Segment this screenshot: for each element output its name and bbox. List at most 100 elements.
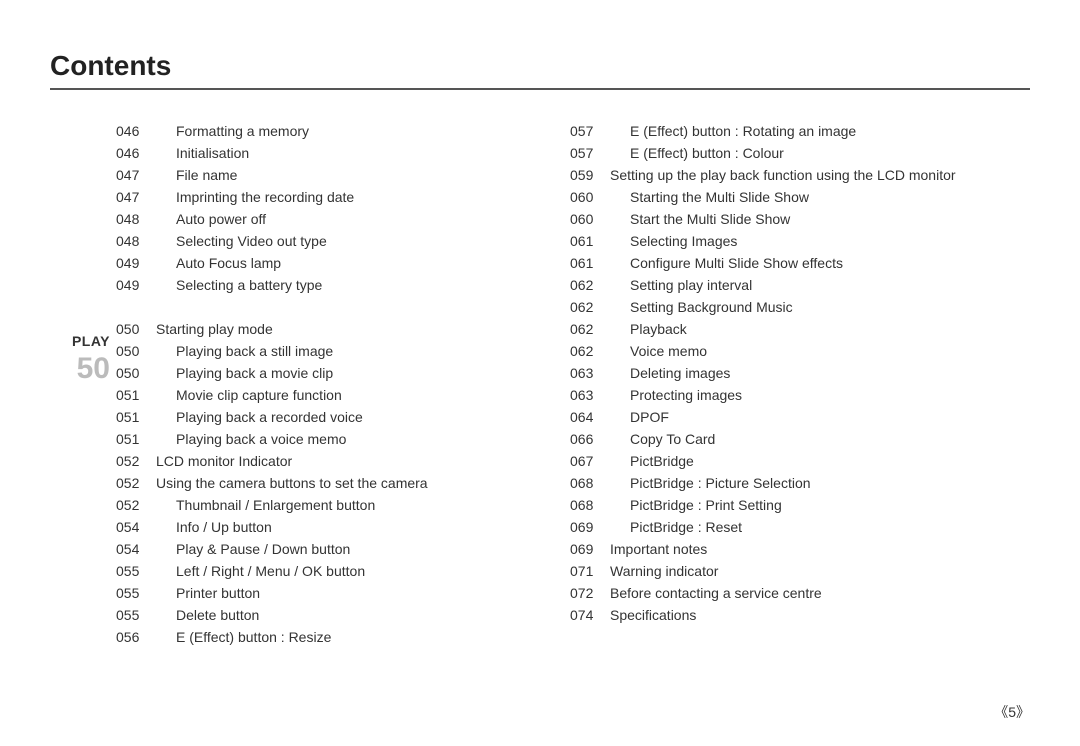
toc-entry: 057E (Effect) button : Rotating an image (570, 120, 1030, 142)
toc-entry: 067PictBridge (570, 450, 1030, 472)
entry-page: 056 (116, 626, 156, 648)
toc-entry: 057E (Effect) button : Colour (570, 142, 1030, 164)
page: Contents PLAY 50 046Formatting a memory0… (0, 0, 1080, 746)
entry-page: 049 (116, 252, 156, 274)
toc-entry: 055Delete button (116, 604, 480, 626)
right-entries: 057E (Effect) button : Rotating an image… (570, 120, 1030, 648)
entry-page: 064 (570, 406, 610, 428)
entry-text: Using the camera buttons to set the came… (156, 472, 480, 494)
entry-page: 066 (570, 428, 610, 450)
toc-entry: 051Movie clip capture function (116, 384, 480, 406)
toc-entry: 059Setting up the play back function usi… (570, 164, 1030, 186)
entry-page: 071 (570, 560, 610, 582)
entry-page: 059 (570, 164, 610, 186)
entry-page: 050 (116, 318, 156, 340)
entry-text: Play & Pause / Down button (156, 538, 480, 560)
entry-text: Playing back a still image (156, 340, 480, 362)
entry-text: Info / Up button (156, 516, 480, 538)
toc-entry: 069PictBridge : Reset (570, 516, 1030, 538)
entry-text: Important notes (610, 538, 1030, 560)
entry-text: PictBridge : Picture Selection (610, 472, 1030, 494)
entry-text: Selecting Video out type (156, 230, 480, 252)
toc-entry: 047Imprinting the recording date (116, 186, 480, 208)
entry-page: 055 (116, 560, 156, 582)
entry-text: Starting play mode (156, 318, 480, 340)
section-spacer (116, 296, 480, 318)
entry-page: 062 (570, 274, 610, 296)
toc-entry: 062Voice memo (570, 340, 1030, 362)
entry-page: 057 (570, 120, 610, 142)
entry-text: E (Effect) button : Colour (610, 142, 1030, 164)
toc-entry: 051Playing back a voice memo (116, 428, 480, 450)
entry-page: 049 (116, 274, 156, 296)
entry-text: Copy To Card (610, 428, 1030, 450)
toc-entry: 054Info / Up button (116, 516, 480, 538)
entry-text: Setting Background Music (610, 296, 1030, 318)
entry-page: 050 (116, 362, 156, 384)
entry-page: 061 (570, 230, 610, 252)
toc-entry: 048Selecting Video out type (116, 230, 480, 252)
entry-page: 060 (570, 208, 610, 230)
entry-page: 052 (116, 450, 156, 472)
toc-entry: 068PictBridge : Picture Selection (570, 472, 1030, 494)
toc-entry: 062Setting play interval (570, 274, 1030, 296)
toc-entry: 050Starting play mode (116, 318, 480, 340)
section-label-block: PLAY 50 (50, 120, 116, 648)
entry-page: 062 (570, 318, 610, 340)
entry-page: 069 (570, 516, 610, 538)
entry-page: 063 (570, 384, 610, 406)
toc-entry: 048Auto power off (116, 208, 480, 230)
entry-text: Left / Right / Menu / OK button (156, 560, 480, 582)
entry-text: Before contacting a service centre (610, 582, 1030, 604)
entry-page: 048 (116, 208, 156, 230)
entry-page: 062 (570, 296, 610, 318)
entry-text: Imprinting the recording date (156, 186, 480, 208)
entry-page: 074 (570, 604, 610, 626)
toc-entry: 060Start the Multi Slide Show (570, 208, 1030, 230)
entry-text: Auto power off (156, 208, 480, 230)
entry-page: 069 (570, 538, 610, 560)
toc-entry: 052Using the camera buttons to set the c… (116, 472, 480, 494)
entry-page: 068 (570, 472, 610, 494)
toc-entry: 062Playback (570, 318, 1030, 340)
toc-entry: 049Selecting a battery type (116, 274, 480, 296)
toc-entry: 068PictBridge : Print Setting (570, 494, 1030, 516)
page-number: 5 (994, 702, 1030, 722)
entry-page: 051 (116, 384, 156, 406)
toc-entry: 052Thumbnail / Enlargement button (116, 494, 480, 516)
entry-page: 068 (570, 494, 610, 516)
entry-text: Voice memo (610, 340, 1030, 362)
toc-entry: 072Before contacting a service centre (570, 582, 1030, 604)
entry-page: 046 (116, 120, 156, 142)
entry-text: Configure Multi Slide Show effects (610, 252, 1030, 274)
entry-page: 060 (570, 186, 610, 208)
entry-text: Playing back a recorded voice (156, 406, 480, 428)
entry-page: 051 (116, 406, 156, 428)
entry-page: 052 (116, 494, 156, 516)
entry-text: Selecting a battery type (156, 274, 480, 296)
toc-entry: 050Playing back a still image (116, 340, 480, 362)
entry-page: 047 (116, 186, 156, 208)
page-title: Contents (50, 50, 1030, 90)
entry-text: Delete button (156, 604, 480, 626)
entry-text: Formatting a memory (156, 120, 480, 142)
entry-text: PictBridge : Print Setting (610, 494, 1030, 516)
entry-text: Specifications (610, 604, 1030, 626)
toc-entry: 064DPOF (570, 406, 1030, 428)
toc-entry: 066Copy To Card (570, 428, 1030, 450)
entry-page: 062 (570, 340, 610, 362)
toc-entry: 062Setting Background Music (570, 296, 1030, 318)
entry-text: E (Effect) button : Resize (156, 626, 480, 648)
entry-text: Playing back a voice memo (156, 428, 480, 450)
entry-text: Setting play interval (610, 274, 1030, 296)
toc-entry: 046Formatting a memory (116, 120, 480, 142)
entry-page: 057 (570, 142, 610, 164)
entry-page: 063 (570, 362, 610, 384)
entry-text: Protecting images (610, 384, 1030, 406)
entry-text: Warning indicator (610, 560, 1030, 582)
entry-page: 067 (570, 450, 610, 472)
entry-page: 046 (116, 142, 156, 164)
toc-entry: 071Warning indicator (570, 560, 1030, 582)
toc-entry: 063Protecting images (570, 384, 1030, 406)
toc-entry: 055Left / Right / Menu / OK button (116, 560, 480, 582)
